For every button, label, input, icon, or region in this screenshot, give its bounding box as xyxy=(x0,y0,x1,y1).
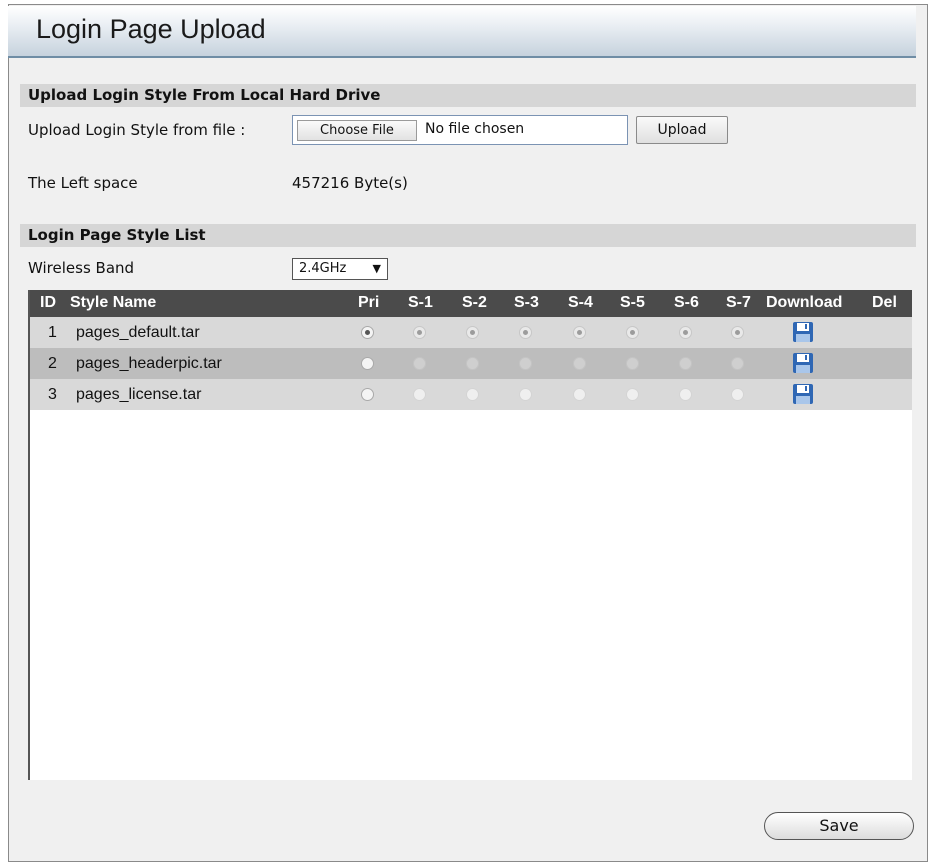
s5-radio[interactable] xyxy=(626,388,639,401)
s2-radio[interactable] xyxy=(466,326,479,339)
table-row: 1 pages_default.tar xyxy=(30,317,912,348)
s1-radio[interactable] xyxy=(413,326,426,339)
row-style-name: pages_headerpic.tar xyxy=(76,355,222,372)
col-s5: S-5 xyxy=(620,294,645,311)
s4-radio[interactable] xyxy=(573,326,586,339)
s2-radio[interactable] xyxy=(466,357,479,370)
s1-radio[interactable] xyxy=(413,388,426,401)
row-id: 2 xyxy=(48,355,57,372)
choose-file-button[interactable]: Choose File xyxy=(297,120,417,141)
col-del: Del xyxy=(872,294,897,311)
s2-radio[interactable] xyxy=(466,388,479,401)
s4-radio[interactable] xyxy=(573,388,586,401)
table-header: ID Style Name Pri S-1 S-2 S-3 S-4 S-5 S-… xyxy=(30,290,912,317)
table-row: 2 pages_headerpic.tar xyxy=(30,348,912,379)
row-id: 1 xyxy=(48,324,57,341)
s6-radio[interactable] xyxy=(679,357,692,370)
col-s1: S-1 xyxy=(408,294,433,311)
wireless-band-select[interactable]: 2.4GHz ▼ xyxy=(292,258,388,280)
dropdown-arrow-icon: ▼ xyxy=(372,262,381,275)
wireless-band-label: Wireless Band xyxy=(28,259,135,277)
col-style-name: Style Name xyxy=(70,294,157,311)
file-label: Upload Login Style from file : xyxy=(28,121,246,139)
pri-radio[interactable] xyxy=(361,326,374,339)
s3-radio[interactable] xyxy=(519,326,532,339)
table-row: 3 pages_license.tar xyxy=(30,379,912,410)
pri-radio[interactable] xyxy=(361,357,374,370)
col-id: ID xyxy=(40,294,56,311)
s1-radio[interactable] xyxy=(413,357,426,370)
page-title: Login Page Upload xyxy=(36,14,266,44)
s6-radio[interactable] xyxy=(679,388,692,401)
pri-radio[interactable] xyxy=(361,388,374,401)
file-input[interactable]: Choose File No file chosen xyxy=(292,115,628,145)
col-s3: S-3 xyxy=(514,294,539,311)
s3-radio[interactable] xyxy=(519,357,532,370)
col-s2: S-2 xyxy=(462,294,487,311)
col-s4: S-4 xyxy=(568,294,593,311)
save-button[interactable]: Save xyxy=(764,812,914,840)
s7-radio[interactable] xyxy=(731,326,744,339)
col-s7: S-7 xyxy=(726,294,751,311)
floppy-disk-icon[interactable] xyxy=(792,352,814,374)
s3-radio[interactable] xyxy=(519,388,532,401)
s5-radio[interactable] xyxy=(626,326,639,339)
floppy-disk-icon[interactable] xyxy=(792,383,814,405)
style-list-table: ID Style Name Pri S-1 S-2 S-3 S-4 S-5 S-… xyxy=(28,290,912,780)
row-style-name: pages_license.tar xyxy=(76,386,202,403)
style-list-heading: Login Page Style List xyxy=(20,224,916,247)
s4-radio[interactable] xyxy=(573,357,586,370)
no-file-text: No file chosen xyxy=(425,121,525,137)
floppy-disk-icon[interactable] xyxy=(792,321,814,343)
col-download: Download xyxy=(766,294,843,311)
col-pri: Pri xyxy=(358,294,380,311)
s7-radio[interactable] xyxy=(731,357,744,370)
left-space-value: 457216 Byte(s) xyxy=(292,174,408,192)
s6-radio[interactable] xyxy=(679,326,692,339)
row-style-name: pages_default.tar xyxy=(76,324,200,341)
upload-button[interactable]: Upload xyxy=(636,116,728,144)
upload-section-heading: Upload Login Style From Local Hard Drive xyxy=(20,84,916,107)
title-bar: Login Page Upload xyxy=(8,6,916,58)
col-s6: S-6 xyxy=(674,294,699,311)
wireless-band-value: 2.4GHz xyxy=(299,261,347,276)
s7-radio[interactable] xyxy=(731,388,744,401)
row-id: 3 xyxy=(48,386,57,403)
left-space-label: The Left space xyxy=(28,174,138,192)
s5-radio[interactable] xyxy=(626,357,639,370)
